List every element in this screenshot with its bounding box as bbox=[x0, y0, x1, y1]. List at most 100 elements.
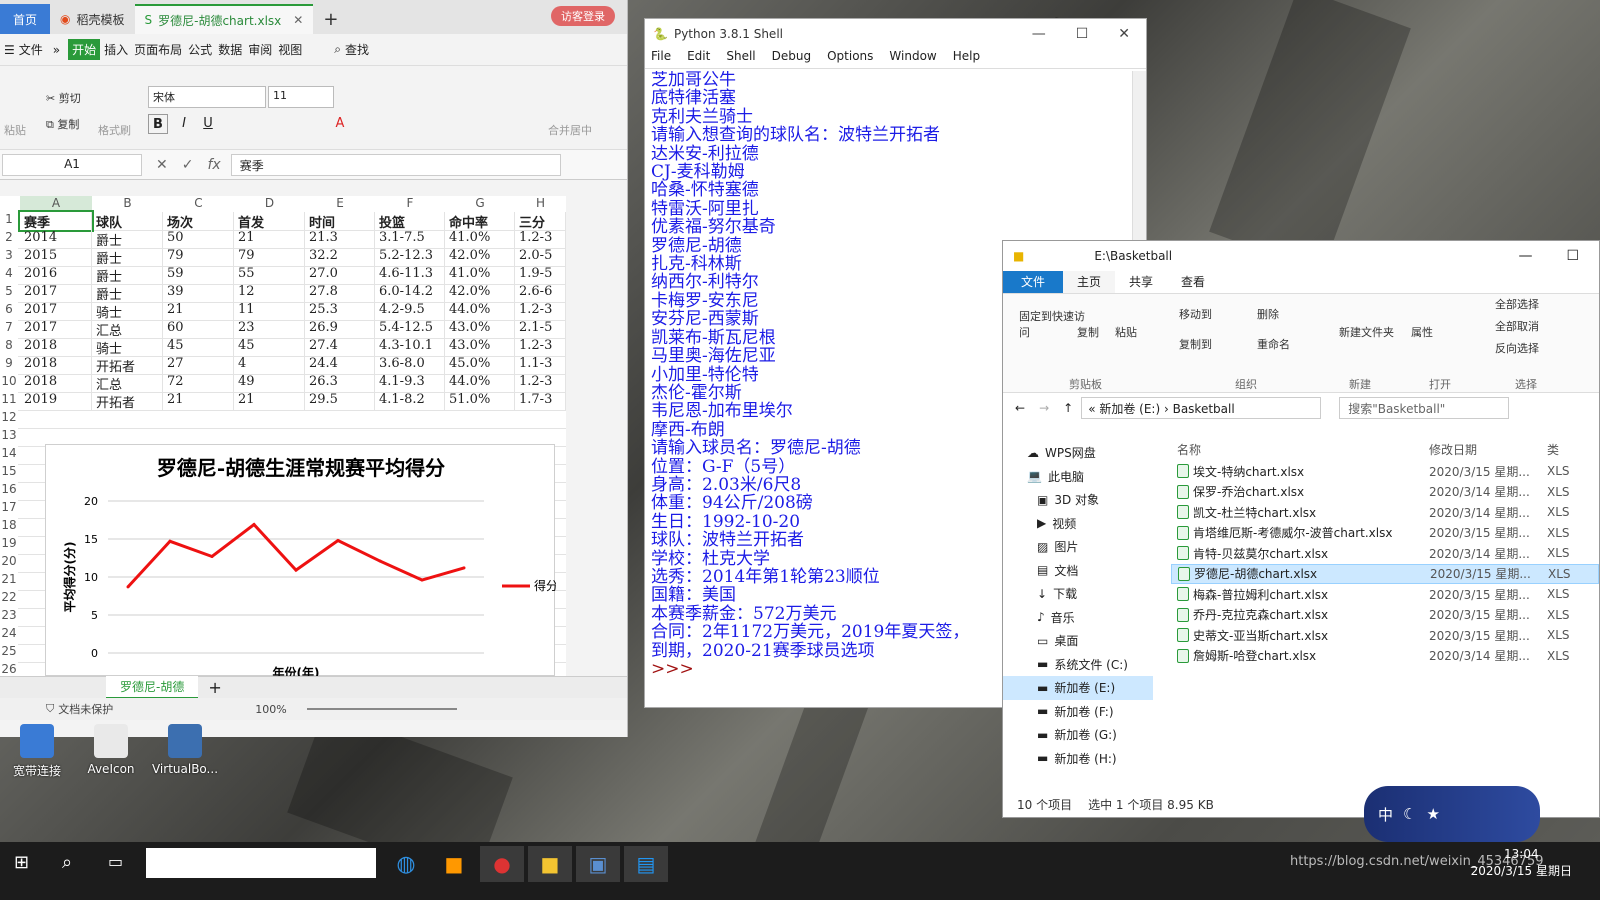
table-cell[interactable]: 55 bbox=[234, 266, 305, 284]
nav-item[interactable]: ▬ 新加卷 (F:) bbox=[1003, 700, 1153, 724]
table-cell[interactable]: 汇总 bbox=[92, 320, 163, 338]
table-cell[interactable]: 爵士 bbox=[92, 284, 163, 302]
zoom-slider[interactable] bbox=[306, 708, 457, 710]
table-cell[interactable]: 39 bbox=[163, 284, 234, 302]
close-tab-icon[interactable]: ✕ bbox=[293, 13, 303, 27]
table-cell[interactable]: 29.5 bbox=[305, 392, 375, 410]
table-cell[interactable]: 41.0% bbox=[445, 266, 515, 284]
maximize-icon[interactable]: ☐ bbox=[1566, 248, 1579, 264]
ribbon-button[interactable]: 反向选择 bbox=[1495, 340, 1539, 356]
column-header[interactable]: B bbox=[92, 196, 163, 210]
tab-view[interactable]: 查看 bbox=[1167, 271, 1219, 293]
task-view-icon[interactable]: ▭ bbox=[108, 852, 123, 871]
table-cell[interactable]: 2019 bbox=[20, 392, 92, 410]
table-cell[interactable]: 11 bbox=[234, 302, 305, 320]
row-header[interactable]: 22 bbox=[0, 590, 18, 608]
taskbar-app-explorer[interactable]: ■ bbox=[528, 846, 572, 882]
table-cell[interactable]: 50 bbox=[163, 230, 234, 248]
table-cell[interactable]: 2018 bbox=[20, 374, 92, 392]
table-cell[interactable]: 1.7-3 bbox=[515, 392, 566, 410]
table-cell[interactable]: 25.3 bbox=[305, 302, 375, 320]
nav-item[interactable]: ▨ 图片 bbox=[1003, 535, 1153, 559]
underline-button[interactable]: U bbox=[198, 114, 218, 134]
ime-widget[interactable]: 中 ☾ ★ bbox=[1364, 786, 1540, 842]
table-cell[interactable]: 2018 bbox=[20, 356, 92, 374]
paste-button[interactable]: 粘贴 bbox=[4, 122, 26, 138]
ribbon-button[interactable]: 重命名 bbox=[1257, 336, 1290, 352]
table-cell[interactable]: 1.2-3 bbox=[515, 230, 566, 248]
table-cell[interactable]: 42.0% bbox=[445, 284, 515, 302]
table-cell[interactable]: 21 bbox=[163, 392, 234, 410]
table-cell[interactable]: 开拓者 bbox=[92, 392, 163, 410]
col-type[interactable]: 类 bbox=[1547, 441, 1559, 458]
table-cell[interactable]: 1.2-3 bbox=[515, 338, 566, 356]
table-cell[interactable]: 51.0% bbox=[445, 392, 515, 410]
python-menu-item[interactable]: Shell bbox=[726, 49, 755, 68]
table-cell[interactable]: 爵士 bbox=[92, 248, 163, 266]
back-icon[interactable]: ← bbox=[1015, 401, 1025, 415]
table-cell[interactable]: 命中率 bbox=[445, 212, 515, 230]
table-cell[interactable]: 2.6-6 bbox=[515, 284, 566, 302]
taskbar-search-input[interactable] bbox=[146, 848, 376, 878]
tab-file[interactable]: 文件 bbox=[1003, 271, 1064, 293]
table-cell[interactable]: 骑士 bbox=[92, 338, 163, 356]
table-cell[interactable]: 79 bbox=[234, 248, 305, 266]
row-header[interactable]: 1 bbox=[0, 212, 18, 230]
tab-share[interactable]: 共享 bbox=[1115, 271, 1167, 293]
tab-home[interactable]: 主页 bbox=[1063, 271, 1116, 293]
table-cell[interactable]: 2.0-5 bbox=[515, 248, 566, 266]
table-cell[interactable]: 2017 bbox=[20, 302, 92, 320]
menu-file[interactable]: 文件 bbox=[17, 39, 45, 60]
taskbar-app-python[interactable]: ▣ bbox=[576, 846, 620, 882]
windows-start-icon[interactable]: ⊞ bbox=[14, 852, 29, 873]
nav-item[interactable]: ▬ 新加卷 (E:) bbox=[1003, 676, 1153, 700]
tab-workbook[interactable]: S 罗德尼-胡德chart.xlsx ✕ bbox=[134, 4, 314, 34]
table-cell[interactable]: 4 bbox=[234, 356, 305, 374]
table-cell[interactable]: 1.9-5 bbox=[515, 266, 566, 284]
python-menu-item[interactable]: Options bbox=[827, 49, 873, 68]
table-cell[interactable]: 45 bbox=[163, 338, 234, 356]
menu-find[interactable]: 查找 bbox=[343, 39, 371, 60]
chevron-right-icon[interactable]: » bbox=[53, 43, 60, 57]
tab-docer[interactable]: ◉ 稻壳模板 bbox=[50, 4, 135, 34]
table-cell[interactable]: 爵士 bbox=[92, 230, 163, 248]
maximize-icon[interactable]: ☐ bbox=[1076, 26, 1089, 42]
column-header[interactable]: D bbox=[234, 196, 305, 210]
table-cell[interactable]: 21 bbox=[234, 230, 305, 248]
row-header[interactable]: 14 bbox=[0, 446, 18, 464]
table-cell[interactable]: 27.8 bbox=[305, 284, 375, 302]
row-header[interactable]: 24 bbox=[0, 626, 18, 644]
table-cell[interactable]: 2017 bbox=[20, 284, 92, 302]
add-sheet-icon[interactable]: + bbox=[208, 678, 221, 697]
table-cell[interactable]: 投篮 bbox=[375, 212, 445, 230]
table-cell[interactable]: 1.1-3 bbox=[515, 356, 566, 374]
zoom-level[interactable]: 100% bbox=[255, 703, 286, 716]
new-tab-button[interactable]: + bbox=[313, 4, 348, 34]
table-cell[interactable]: 3.1-7.5 bbox=[375, 230, 445, 248]
name-box[interactable]: A1 bbox=[2, 153, 142, 176]
table-cell[interactable]: 4.6-11.3 bbox=[375, 266, 445, 284]
row-header[interactable]: 21 bbox=[0, 572, 18, 590]
address-bar[interactable]: « 新加卷 (E:) › Basketball bbox=[1081, 397, 1322, 419]
hamburger-icon[interactable]: ☰ bbox=[4, 43, 15, 57]
menu-page-layout[interactable]: 页面布局 bbox=[132, 39, 184, 60]
column-header[interactable]: F bbox=[375, 196, 445, 210]
row-header[interactable]: 11 bbox=[0, 392, 18, 410]
menu-review[interactable]: 审阅 bbox=[246, 39, 274, 60]
menu-home[interactable]: 开始 bbox=[68, 39, 101, 60]
row-header[interactable]: 15 bbox=[0, 464, 18, 482]
clock[interactable]: 13:04 2020/3/15 星期日 bbox=[1471, 846, 1572, 880]
taskbar-app-browser[interactable]: ◍ bbox=[384, 846, 428, 882]
file-row[interactable]: 史蒂文-亚当斯chart.xlsx 2020/3/15 星期... XLS bbox=[1171, 625, 1599, 646]
row-header[interactable]: 5 bbox=[0, 284, 18, 302]
nav-item[interactable]: ▬ 新加卷 (H:) bbox=[1003, 747, 1153, 771]
row-header[interactable]: 26 bbox=[0, 662, 18, 676]
table-cell[interactable]: 时间 bbox=[305, 212, 375, 230]
bold-button[interactable]: B bbox=[148, 114, 168, 134]
nav-item[interactable]: 💻 此电脑 bbox=[1003, 465, 1153, 489]
table-cell[interactable]: 赛季 bbox=[18, 210, 94, 232]
tab-home[interactable]: 首页 bbox=[0, 4, 50, 34]
ribbon-button[interactable]: 移动到 bbox=[1179, 306, 1212, 322]
minimize-icon[interactable]: — bbox=[1032, 26, 1046, 42]
table-cell[interactable]: 开拓者 bbox=[92, 356, 163, 374]
